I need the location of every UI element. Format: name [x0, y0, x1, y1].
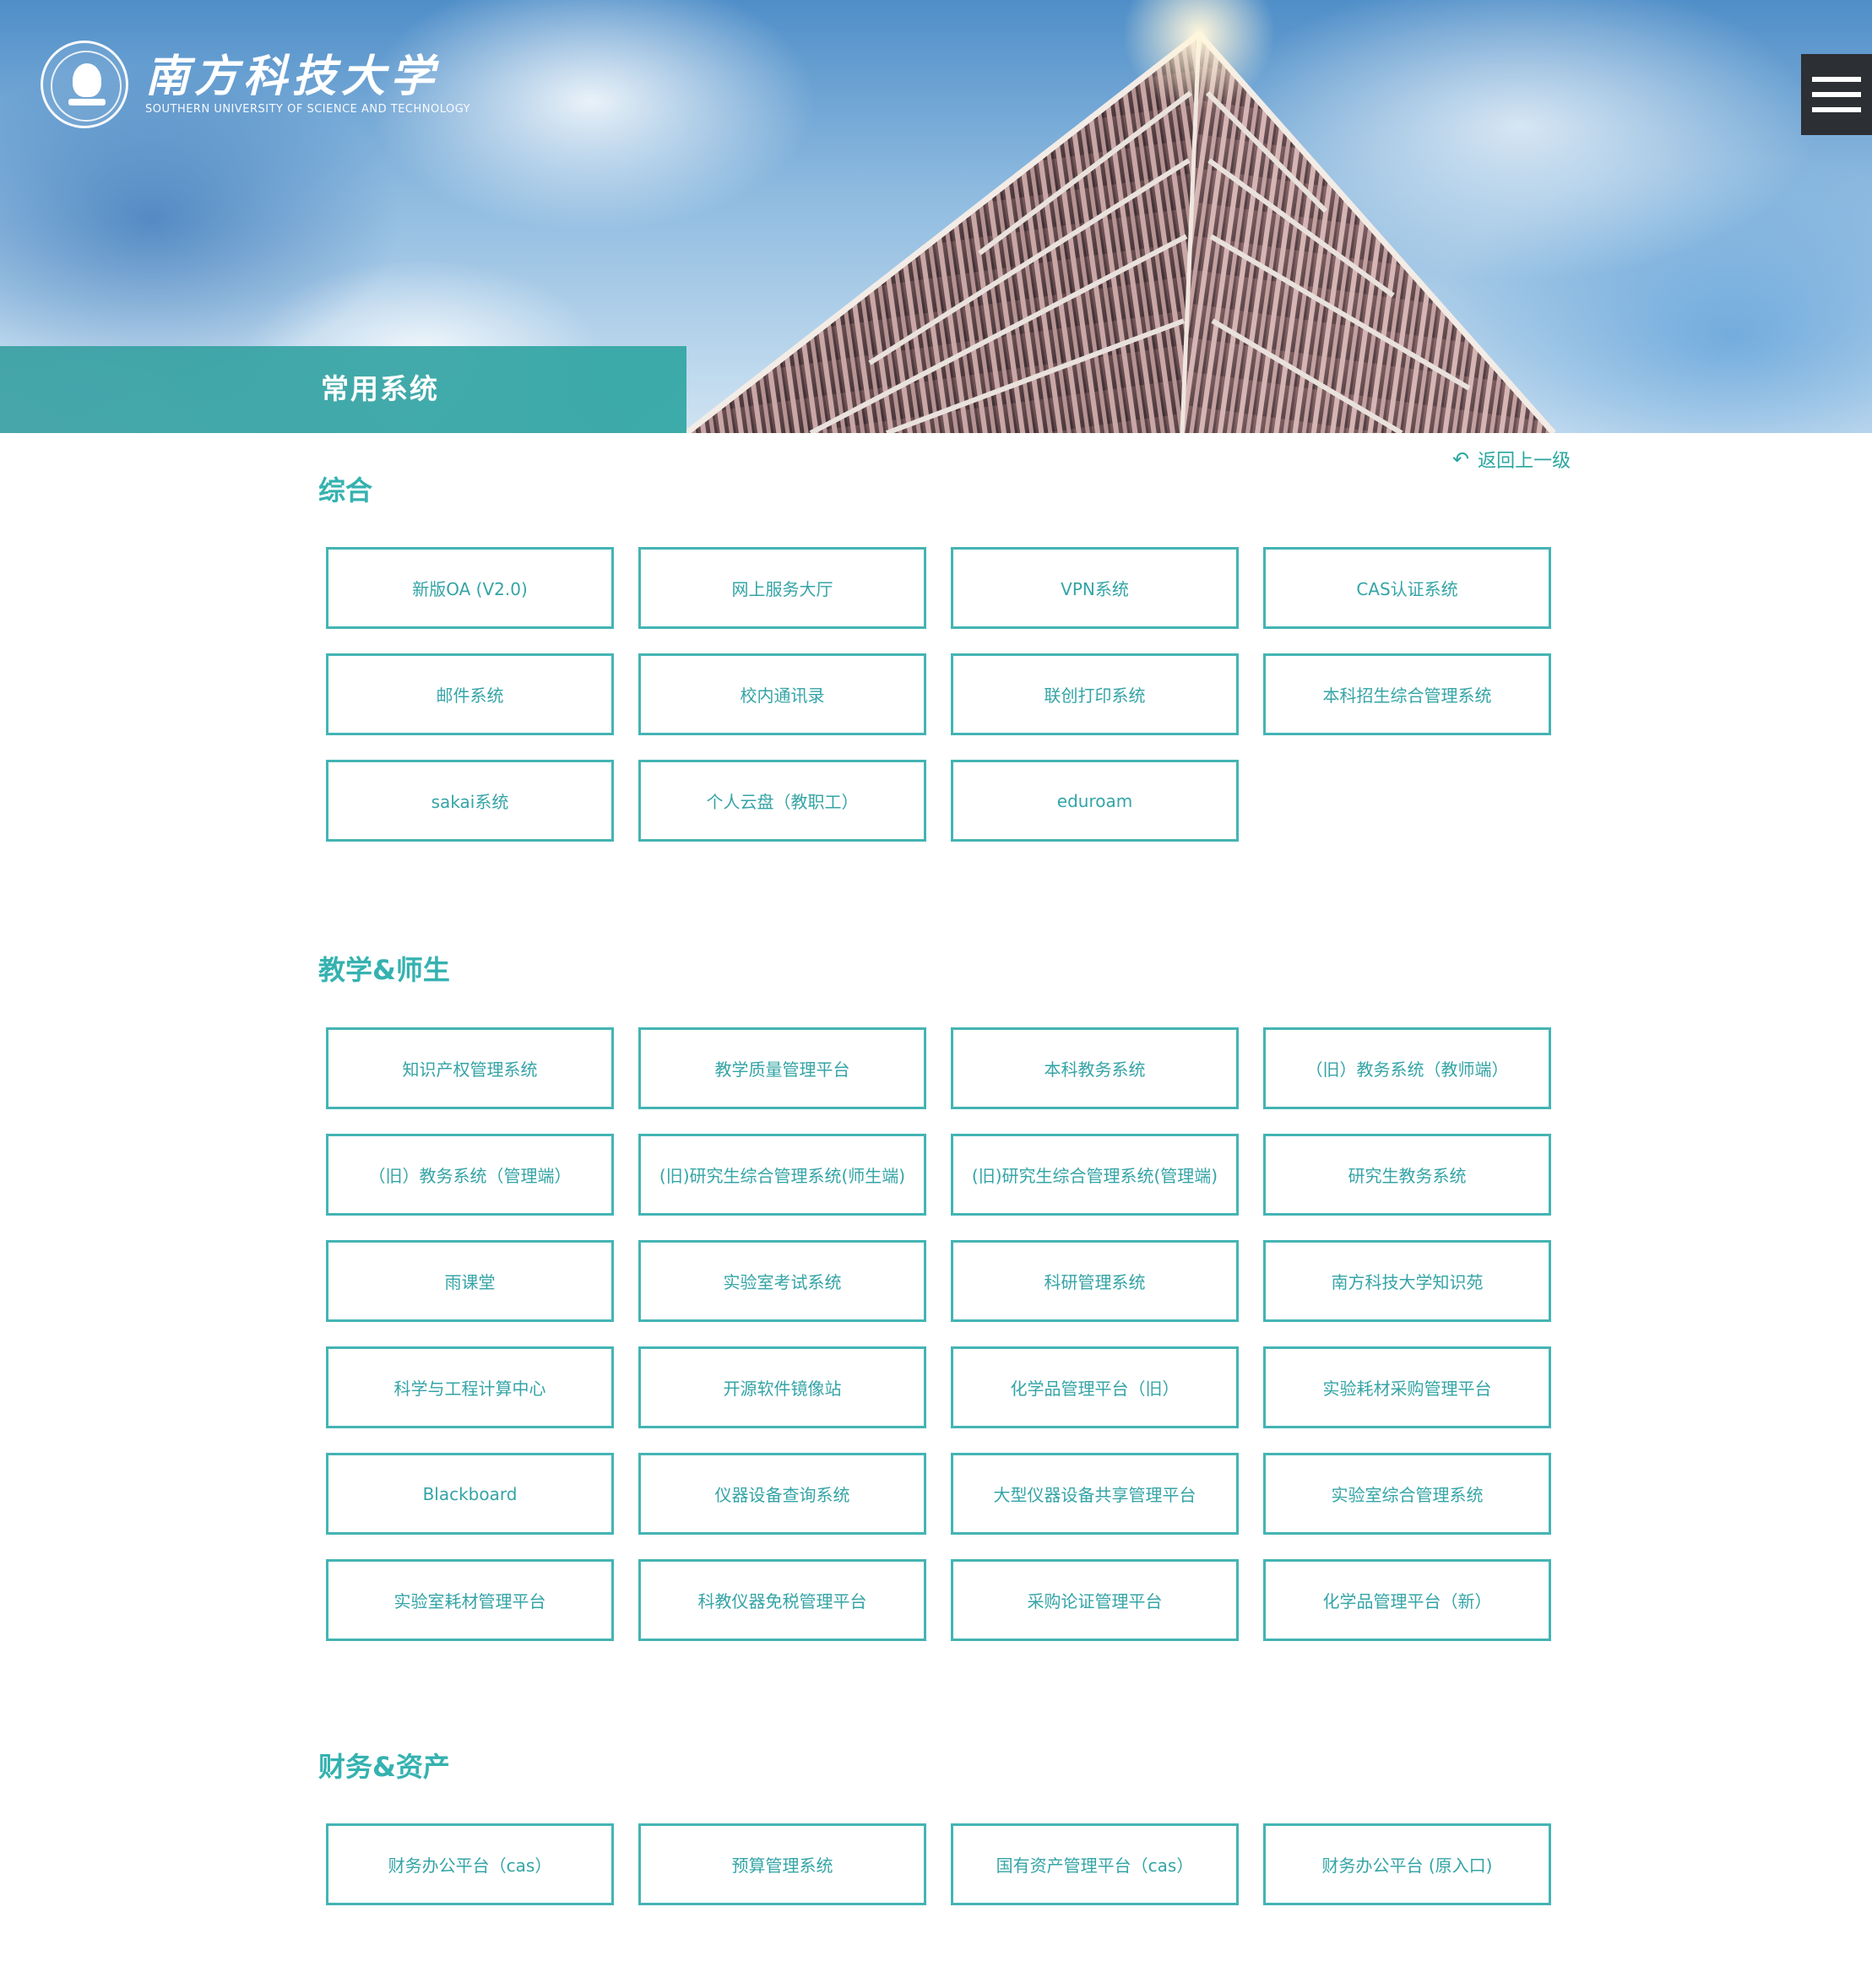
system-link-button[interactable]: 科教仪器免税管理平台	[638, 1559, 926, 1641]
system-link-button[interactable]: 化学品管理平台（旧）	[951, 1346, 1239, 1428]
university-seal-icon	[41, 41, 128, 128]
system-link-button[interactable]: (旧)研究生综合管理系统(师生端)	[638, 1134, 926, 1216]
system-link-button[interactable]: 实验室考试系统	[638, 1240, 926, 1322]
system-link-button[interactable]: 开源软件镜像站	[638, 1346, 926, 1428]
system-link-button[interactable]: 研究生教务系统	[1263, 1134, 1551, 1216]
system-link-button[interactable]: 化学品管理平台（新）	[1263, 1559, 1551, 1641]
section-title-general: 综合	[318, 474, 373, 506]
system-link-button[interactable]: 联创打印系统	[951, 653, 1239, 735]
system-link-button[interactable]: 网上服务大厅	[638, 547, 926, 629]
system-link-button[interactable]: 国有资产管理平台（cas）	[951, 1823, 1239, 1905]
system-link-button[interactable]: VPN系统	[951, 547, 1239, 629]
teaching-systems-grid: 知识产权管理系统 教学质量管理平台 本科教务系统 （旧）教务系统（教师端） （旧…	[326, 1027, 1554, 1641]
system-link-button[interactable]: 本科教务系统	[951, 1027, 1239, 1109]
logo-english-name: SOUTHERN UNIVERSITY OF SCIENCE AND TECHN…	[145, 103, 471, 116]
system-link-button[interactable]: 本科招生综合管理系统	[1263, 653, 1551, 735]
logo-chinese-name: 南方科技大学	[145, 51, 440, 102]
system-link-button[interactable]: （旧）教务系统（教师端）	[1263, 1027, 1551, 1109]
finance-systems-grid: 财务办公平台（cas） 预算管理系统 国有资产管理平台（cas） 财务办公平台 …	[326, 1823, 1554, 1905]
university-logo[interactable]: 南方科技大学 SOUTHERN UNIVERSITY OF SCIENCE AN…	[41, 41, 470, 128]
page-title-bar: 常用系统	[0, 346, 686, 433]
system-link-button[interactable]: 科研管理系统	[951, 1240, 1239, 1322]
system-link-button[interactable]: CAS认证系统	[1263, 547, 1551, 629]
system-link-button[interactable]: Blackboard	[326, 1453, 614, 1535]
system-link-button[interactable]: 新版OA (V2.0)	[326, 547, 614, 629]
page-title: 常用系统	[321, 372, 439, 405]
system-link-button[interactable]: 实验室综合管理系统	[1263, 1453, 1551, 1535]
system-link-button[interactable]: 个人云盘（教职工）	[638, 760, 926, 842]
system-link-button[interactable]: 雨课堂	[326, 1240, 614, 1322]
system-link-button[interactable]: 财务办公平台 (原入口)	[1263, 1823, 1551, 1905]
system-link-button[interactable]: 实验耗材采购管理平台	[1263, 1346, 1551, 1428]
general-systems-grid: 新版OA (V2.0) 网上服务大厅 VPN系统 CAS认证系统 邮件系统 校内…	[326, 547, 1554, 842]
hero-banner: 南方科技大学 SOUTHERN UNIVERSITY OF SCIENCE AN…	[0, 0, 1872, 433]
return-arrow-icon: ↶	[1452, 447, 1470, 471]
system-link-button[interactable]: 邮件系统	[326, 653, 614, 735]
back-link-label: 返回上一级	[1478, 451, 1571, 472]
system-link-button[interactable]: 知识产权管理系统	[326, 1027, 614, 1109]
system-link-button[interactable]: 预算管理系统	[638, 1823, 926, 1905]
system-link-button[interactable]: （旧）教务系统（管理端）	[326, 1134, 614, 1216]
section-title-teaching: 教学&师生	[318, 954, 450, 986]
system-link-button[interactable]: 实验室耗材管理平台	[326, 1559, 614, 1641]
system-link-button[interactable]: 财务办公平台（cas）	[326, 1823, 614, 1905]
system-link-button[interactable]: 南方科技大学知识苑	[1263, 1240, 1551, 1322]
system-link-button[interactable]: (旧)研究生综合管理系统(管理端)	[951, 1134, 1239, 1216]
section-title-finance: 财务&资产	[318, 1751, 450, 1783]
system-link-button[interactable]: 科学与工程计算中心	[326, 1346, 614, 1428]
hamburger-menu-icon[interactable]	[1801, 54, 1872, 135]
system-link-button[interactable]: 仪器设备查询系统	[638, 1453, 926, 1535]
system-link-button[interactable]: 大型仪器设备共享管理平台	[951, 1453, 1239, 1535]
system-link-button[interactable]: sakai系统	[326, 760, 614, 842]
system-link-button[interactable]: 教学质量管理平台	[638, 1027, 926, 1109]
system-link-button[interactable]: eduroam	[951, 760, 1239, 842]
back-link[interactable]: ↶ 返回上一级	[1452, 442, 1571, 476]
system-link-button[interactable]: 校内通讯录	[638, 653, 926, 735]
system-link-button[interactable]: 采购论证管理平台	[951, 1559, 1239, 1641]
